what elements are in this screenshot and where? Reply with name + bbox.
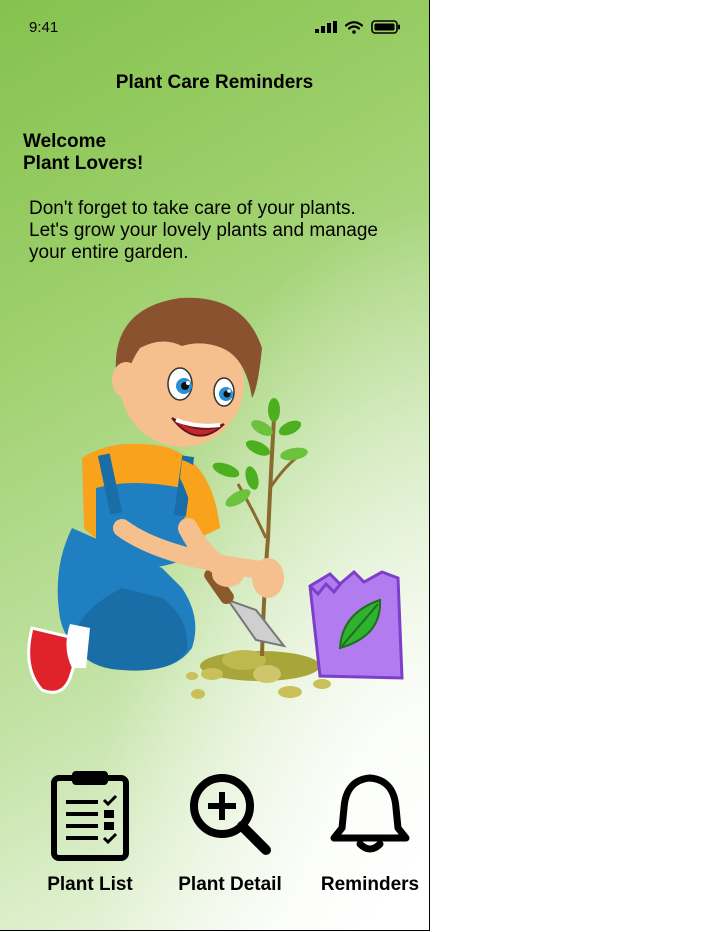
status-icons	[315, 20, 401, 34]
welcome-heading: Welcome Plant Lovers!	[23, 131, 143, 175]
cellular-signal-icon	[315, 21, 337, 33]
intro-line-1: Don't forget to take care of your plants…	[29, 198, 356, 219]
nav-reminders-label: Reminders	[320, 874, 420, 895]
nav-reminders[interactable]: Reminders	[310, 768, 429, 898]
bell-icon	[330, 774, 410, 853]
status-time: 9:41	[29, 19, 59, 36]
intro-line-2: Let's grow your lovely plants and manage	[29, 220, 378, 241]
boy-planting-illustration	[27, 297, 404, 699]
zoom-in-icon	[190, 774, 271, 855]
intro-line-3: your entire garden.	[29, 242, 189, 263]
nav-plant-detail[interactable]: Plant Detail	[170, 768, 290, 898]
wifi-icon	[345, 20, 363, 34]
welcome-line-1: Welcome	[23, 131, 107, 152]
nav-plant-list[interactable]: Plant List	[30, 768, 150, 898]
clipboard-list-icon	[51, 771, 129, 861]
battery-icon	[371, 20, 400, 34]
page-title: Plant Care Reminders	[115, 72, 314, 93]
nav-plant-detail-label: Plant Detail	[178, 874, 282, 895]
phone-screen: 9:41 Plant Care Reminders Welcome Plant	[0, 0, 430, 931]
nav-plant-list-label: Plant List	[47, 874, 133, 895]
intro-text: Don't forget to take care of your plants…	[29, 198, 414, 264]
status-bar: 9:41	[0, 0, 429, 56]
welcome-line-2: Plant Lovers!	[23, 153, 144, 174]
